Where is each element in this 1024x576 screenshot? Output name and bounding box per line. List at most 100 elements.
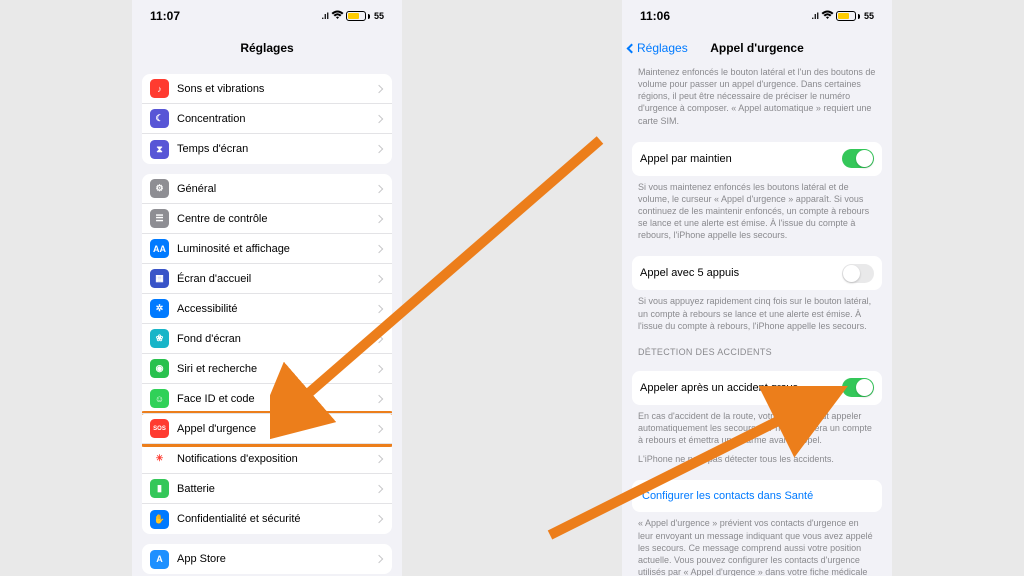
row-app-store[interactable]: A App Store [142, 544, 392, 574]
row-label: Sons et vibrations [177, 83, 264, 95]
chevron-right-icon [375, 114, 383, 122]
app-icon: ⚙ [150, 179, 169, 198]
status-right: .ıl 55 [321, 9, 384, 23]
chevron-right-icon [375, 424, 383, 432]
row-temps-d-cran[interactable]: ⧗ Temps d'écran [142, 134, 392, 164]
row-label: Notifications d'exposition [177, 453, 298, 465]
row-fond-d-cran[interactable]: ❀ Fond d'écran [142, 324, 392, 354]
row-notifications-d-exposition[interactable]: ✳ Notifications d'exposition [142, 444, 392, 474]
app-icon: ☾ [150, 109, 169, 128]
row-label: Batterie [177, 483, 215, 495]
row-label: Appel avec 5 appuis [640, 267, 739, 279]
intro-text: Maintenez enfoncés le bouton latéral et … [622, 64, 892, 132]
clock: 11:06 [640, 9, 670, 23]
group-appstore: A App Store [142, 544, 392, 574]
row-hold[interactable]: Appel par maintien [632, 142, 882, 176]
app-icon: ⧗ [150, 140, 169, 159]
app-icon: ▮ [150, 479, 169, 498]
app-icon: SOS [150, 419, 169, 438]
chevron-right-icon [375, 214, 383, 222]
clock: 11:07 [150, 9, 180, 23]
crash-footer-1: En cas d'accident de la route, votre iPh… [622, 405, 892, 451]
row-label: Face ID et code [177, 393, 255, 405]
configure-footer: « Appel d'urgence » prévient vos contact… [622, 512, 892, 576]
group-general: ⚙ Général ☰ Centre de contrôle AA Luminosité … [142, 174, 392, 534]
toggle-press[interactable] [842, 264, 874, 283]
chevron-right-icon [375, 555, 383, 563]
row-label: Confidentialité et sécurité [177, 513, 301, 525]
chevron-right-icon [375, 454, 383, 462]
chevron-right-icon [375, 484, 383, 492]
settings-screen: 11:07 .ıl 55 Réglages ♪ Sons et vibration… [132, 0, 402, 576]
group-sound: ♪ Sons et vibrations ☾ Concentration ⧗ Temps … [142, 74, 392, 164]
row-luminosit-et-affichage[interactable]: AA Luminosité et affichage [142, 234, 392, 264]
app-icon: A [150, 550, 169, 569]
toggle-crash[interactable] [842, 378, 874, 397]
group-crash: Appeler après un accident grave [632, 371, 882, 405]
app-icon: ☺ [150, 389, 169, 408]
chevron-right-icon [375, 364, 383, 372]
app-icon: ✳ [150, 449, 169, 468]
nav-bar: Réglages [132, 32, 402, 64]
nav-bar: Réglages Appel d'urgence [622, 32, 892, 64]
chevron-right-icon [375, 145, 383, 153]
row-label: Siri et recherche [177, 363, 257, 375]
row-label: Centre de contrôle [177, 213, 268, 225]
crash-footer-2: L'iPhone ne peut pas détecter tous les a… [622, 451, 892, 470]
app-icon: ▦ [150, 269, 169, 288]
page-title: Réglages [240, 41, 293, 55]
hold-footer: Si vous maintenez enfoncés les boutons l… [622, 176, 892, 247]
chevron-right-icon [375, 394, 383, 402]
configure-contacts-link[interactable]: Configurer les contacts dans Santé [632, 480, 882, 512]
row-concentration[interactable]: ☾ Concentration [142, 104, 392, 134]
link-label: Configurer les contacts dans Santé [642, 490, 813, 502]
app-icon: ❀ [150, 329, 169, 348]
row-label: Fond d'écran [177, 333, 241, 345]
row--cran-d-accueil[interactable]: ▦Écran d'accueil [142, 264, 392, 294]
row-label: Concentration [177, 113, 246, 125]
row-label: Général [177, 183, 216, 195]
page-title: Appel d'urgence [710, 41, 804, 55]
row-crash[interactable]: Appeler après un accident grave [632, 371, 882, 405]
status-bar: 11:07 .ıl 55 [132, 0, 402, 32]
battery-icon [836, 11, 856, 21]
wifi-icon [821, 9, 834, 23]
row-accessibilit-[interactable]: ✲ Accessibilité [142, 294, 392, 324]
app-icon: AA [150, 239, 169, 258]
chevron-right-icon [375, 184, 383, 192]
row-confidentialit-et-s-curit-[interactable]: ✋ Confidentialité et sécurité [142, 504, 392, 534]
group-hold: Appel par maintien [632, 142, 882, 176]
app-icon: ✋ [150, 510, 169, 529]
back-button[interactable]: Réglages [628, 41, 688, 55]
toggle-hold[interactable] [842, 149, 874, 168]
row-batterie[interactable]: ▮ Batterie [142, 474, 392, 504]
row-g-n-ral[interactable]: ⚙ Général [142, 174, 392, 204]
app-icon: ♪ [150, 79, 169, 98]
row-centre-de-contr-le[interactable]: ☰ Centre de contrôle [142, 204, 392, 234]
app-icon: ✲ [150, 299, 169, 318]
row-label: App Store [177, 553, 226, 565]
status-bar: 11:06 .ıl 55 [622, 0, 892, 32]
row-label: Luminosité et affichage [177, 243, 290, 255]
app-icon: ☰ [150, 209, 169, 228]
emergency-screen: 11:06 .ıl 55 Réglages Appel d'urgence Ma… [622, 0, 892, 576]
row-label: Appel d'urgence [177, 423, 256, 435]
row-appel-d-urgence[interactable]: SOS Appel d'urgence [142, 414, 392, 444]
chevron-left-icon [627, 43, 637, 53]
signal-icon: .ıl [811, 11, 819, 21]
chevron-right-icon [375, 244, 383, 252]
row-label: Appeler après un accident grave [640, 382, 798, 394]
row-label: Accessibilité [177, 303, 238, 315]
row-siri-et-recherche[interactable]: ◉Siri et recherche [142, 354, 392, 384]
press-footer: Si vous appuyez rapidement cinq fois sur… [622, 290, 892, 336]
group-press: Appel avec 5 appuis [632, 256, 882, 290]
row-press[interactable]: Appel avec 5 appuis [632, 256, 882, 290]
wifi-icon [331, 9, 344, 23]
row-label: Temps d'écran [177, 143, 248, 155]
battery-icon [346, 11, 366, 21]
chevron-right-icon [375, 274, 383, 282]
row-sons-et-vibrations[interactable]: ♪ Sons et vibrations [142, 74, 392, 104]
chevron-right-icon [375, 84, 383, 92]
status-right: .ıl 55 [811, 9, 874, 23]
row-face-id-et-code[interactable]: ☺ Face ID et code [142, 384, 392, 414]
